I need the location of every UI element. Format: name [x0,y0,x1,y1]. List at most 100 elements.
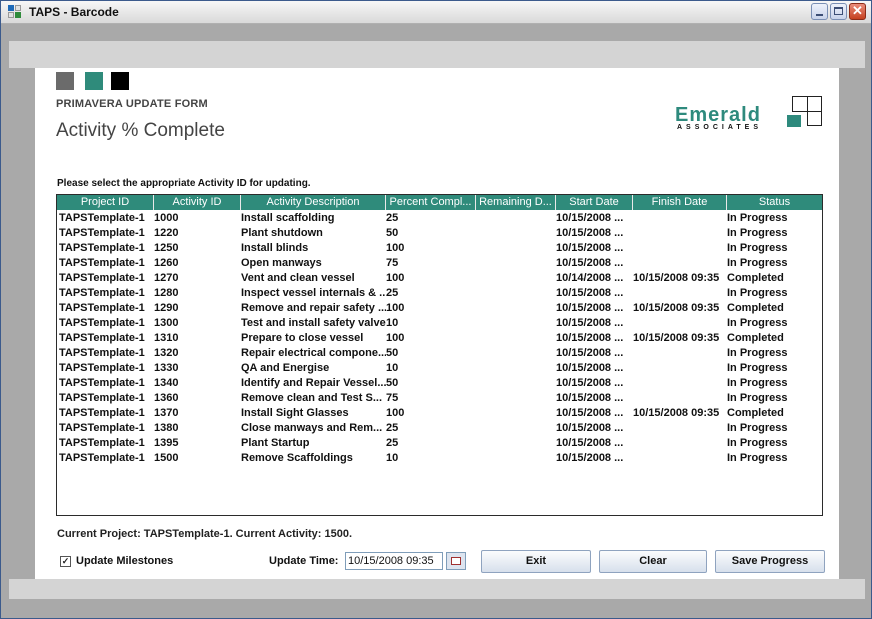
table-row[interactable]: TAPSTemplate-1 1220 Plant shutdown 50 10/15/… [57,226,822,241]
table-cell [633,391,727,406]
table-cell: TAPSTemplate-1 [59,212,145,224]
table-cell: Open manways [241,257,322,269]
table-cell: Completed [727,272,784,284]
table-cell: In Progress [727,317,788,329]
table-row[interactable]: TAPSTemplate-1 1330 QA and Energise 10 10/15… [57,361,822,376]
save-progress-button[interactable]: Save Progress [715,550,825,573]
table-row[interactable]: TAPSTemplate-1 1000 Install scaffolding 25 1… [57,211,822,226]
minimize-button[interactable] [811,3,828,20]
table-body: TAPSTemplate-1 1000 Install scaffolding 25 1… [57,211,822,466]
update-time-input[interactable]: 10/15/2008 09:35 [345,552,443,570]
table-cell: 10/15/2008 ... [556,227,624,239]
table-cell: 10/15/2008 09:35 [633,302,720,314]
instruction-text: Please select the appropriate Activity I… [57,178,311,189]
table-row[interactable]: TAPSTemplate-1 1310 Prepare to close vesse… [57,331,822,346]
table-cell: TAPSTemplate-1 [59,422,145,434]
update-time-label: Update Time: [269,555,339,567]
table-cell [476,256,556,271]
update-milestones-checkbox[interactable]: ✓ [60,556,71,567]
table-cell: 50 [386,227,399,239]
table-cell [633,451,727,466]
table-row[interactable]: TAPSTemplate-1 1370 Install Sight Glasses 1… [57,406,822,421]
table-cell: TAPSTemplate-1 [59,317,145,329]
table-row[interactable]: TAPSTemplate-1 1300 Test and install safet… [57,316,822,331]
table-cell: 100 [386,242,405,254]
bottom-gray-band [9,579,865,599]
table-row[interactable]: TAPSTemplate-1 1360 Remove clean and Test … [57,391,822,406]
close-button[interactable]: ✕ [849,3,866,20]
calendar-button[interactable] [446,552,466,570]
table-cell: TAPSTemplate-1 [59,257,145,269]
table-cell: Completed [727,332,784,344]
table-cell: 10/15/2008 ... [556,302,624,314]
table-cell: In Progress [727,227,788,239]
table-row[interactable]: TAPSTemplate-1 1280 Inspect vessel interna… [57,286,822,301]
table-cell: 75 [386,257,399,269]
table-cell [476,331,556,346]
table-cell: 1000 [154,212,179,224]
table-cell [633,421,727,436]
table-row[interactable]: TAPSTemplate-1 1290 Remove and repair safe… [57,301,822,316]
table-cell: In Progress [727,347,788,359]
column-header[interactable]: Start Date [556,195,633,210]
table-row[interactable]: TAPSTemplate-1 1500 Remove Scaffoldings 10 1… [57,451,822,466]
table-row[interactable]: TAPSTemplate-1 1380 Close manways and Rem.… [57,421,822,436]
table-cell: 1320 [154,347,179,359]
table-cell: Install blinds [241,242,309,254]
table-cell: 10/15/2008 ... [556,392,624,404]
brand-square-gray [56,72,74,90]
table-cell: 25 [386,437,399,449]
column-header[interactable]: Status [727,195,822,210]
table-cell [476,286,556,301]
minimize-icon [816,14,823,16]
column-header[interactable]: Percent Compl... [386,195,476,210]
table-row[interactable]: TAPSTemplate-1 1320 Repair electrical comp… [57,346,822,361]
table-cell [476,421,556,436]
table-cell: 10 [386,362,399,374]
table-cell: TAPSTemplate-1 [59,302,145,314]
table-cell: 1370 [154,407,179,419]
window-title: TAPS - Barcode [29,5,119,19]
table-cell: TAPSTemplate-1 [59,227,145,239]
table-cell: 10 [386,317,399,329]
table-cell: 10/15/2008 ... [556,212,624,224]
table-cell [476,346,556,361]
column-header[interactable]: Project ID [57,195,154,210]
table-cell: 1380 [154,422,179,434]
column-header[interactable]: Activity ID [154,195,241,210]
table-cell: 25 [386,422,399,434]
table-row[interactable]: TAPSTemplate-1 1395 Plant Startup 25 10/15/2… [57,436,822,451]
activity-table[interactable]: Project ID Activity ID Activity Descript… [56,194,823,516]
table-cell: 1290 [154,302,179,314]
table-row[interactable]: TAPSTemplate-1 1270 Vent and clean vessel 1… [57,271,822,286]
emerald-logo: Emerald ASSOCIATES [675,96,825,136]
table-cell: TAPSTemplate-1 [59,392,145,404]
column-header[interactable]: Remaining D... [476,195,556,210]
table-cell: Repair electrical compone... [241,347,386,359]
table-cell: Install Sight Glasses [241,407,349,419]
column-header[interactable]: Finish Date [633,195,727,210]
table-cell [476,451,556,466]
table-cell: 10/15/2008 ... [556,242,624,254]
table-cell: Identify and Repair Vessel... [241,377,386,389]
exit-button[interactable]: Exit [481,550,591,573]
clear-button[interactable]: Clear [599,550,707,573]
table-row[interactable]: TAPSTemplate-1 1250 Install blinds 100 10/15… [57,241,822,256]
table-cell: 1280 [154,287,179,299]
table-cell: TAPSTemplate-1 [59,272,145,284]
table-cell [476,391,556,406]
table-cell [476,316,556,331]
table-row[interactable]: TAPSTemplate-1 1340 Identify and Repair Ve… [57,376,822,391]
table-cell: Close manways and Rem... [241,422,383,434]
table-cell: In Progress [727,377,788,389]
column-header[interactable]: Activity Description [241,195,386,210]
maximize-button[interactable] [830,3,847,20]
table-cell: Plant Startup [241,437,310,449]
table-cell: TAPSTemplate-1 [59,347,145,359]
page-title: Activity % Complete [56,120,225,141]
table-row[interactable]: TAPSTemplate-1 1260 Open manways 75 10/15/20… [57,256,822,271]
title-bar[interactable]: TAPS - Barcode ✕ [1,1,871,24]
table-cell: In Progress [727,452,788,464]
table-cell: 1395 [154,437,179,449]
table-cell: QA and Energise [241,362,330,374]
